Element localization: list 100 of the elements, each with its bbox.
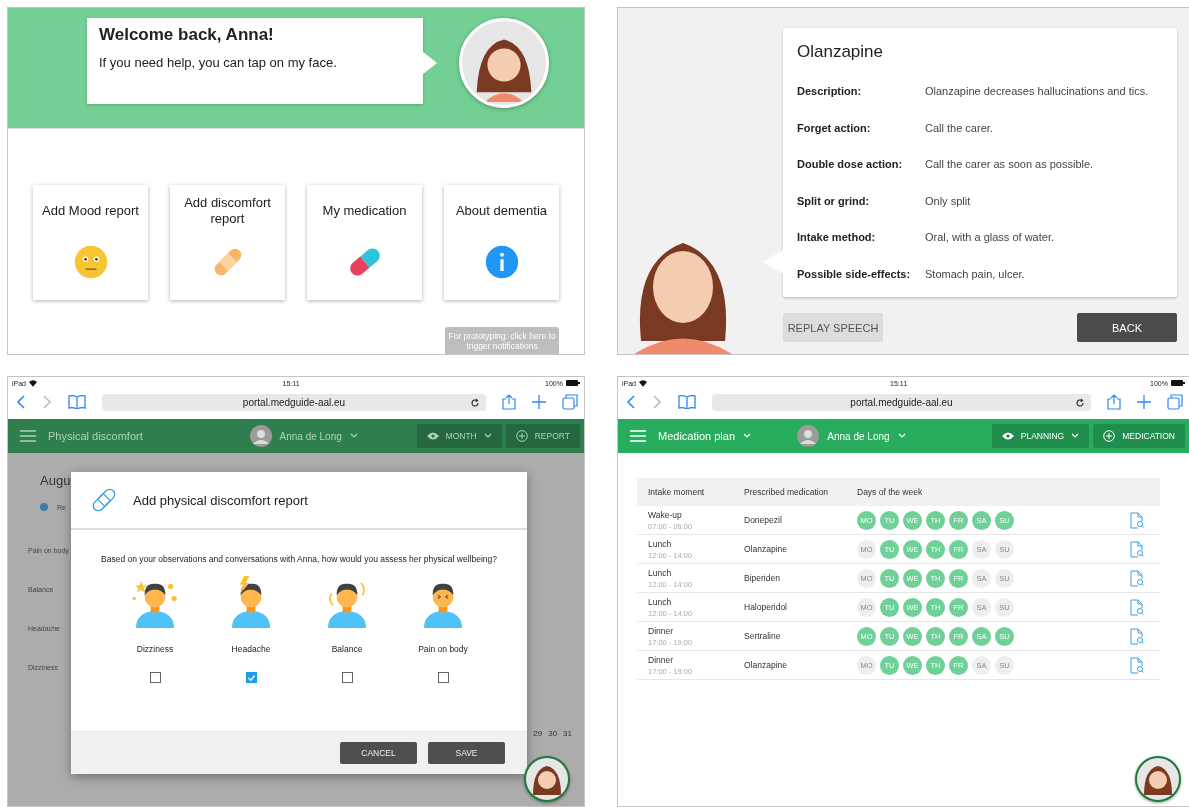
share-icon[interactable]	[1107, 394, 1121, 410]
assistant-avatar-button[interactable]	[524, 756, 570, 802]
wifi-icon	[639, 379, 647, 387]
field-label: Intake method:	[797, 231, 877, 244]
url-text: portal.medguide-aal.eu	[850, 396, 953, 408]
intake-moment: Lunch	[648, 596, 673, 607]
caret-icon[interactable]	[349, 433, 358, 439]
welcome-text: If you need help, you can tap on my face.	[99, 55, 338, 70]
document-search-icon[interactable]	[1130, 540, 1144, 558]
checkbox[interactable]	[149, 672, 161, 683]
page-title: Medication plan	[658, 430, 736, 442]
reload-icon[interactable]	[1075, 397, 1085, 408]
url-text: portal.medguide-aal.eu	[242, 396, 346, 408]
legend-dot	[40, 503, 48, 511]
view-dropdown[interactable]: PLANNING	[991, 424, 1090, 448]
field-label: Split or grind:	[797, 194, 871, 207]
menu-icon[interactable]	[20, 430, 36, 442]
book-icon[interactable]	[678, 395, 696, 409]
caret-icon	[1071, 433, 1080, 439]
plus-icon[interactable]	[1137, 395, 1151, 409]
column-header: Prescribed medication	[744, 487, 830, 497]
back-button[interactable]: BACK	[1077, 313, 1177, 342]
cancel-button[interactable]: CANCEL	[340, 742, 417, 764]
welcome-title: Welcome back, Anna!	[99, 25, 275, 45]
month-heading: Augu	[40, 473, 72, 488]
medication-name: Olanzapine	[744, 660, 788, 670]
bandage-icon	[91, 487, 117, 513]
question-text: Based on your observations and conversations with Anna, how would you assess her physical wellbeing?	[100, 554, 498, 564]
intake-moment: Dinner	[648, 654, 675, 665]
medication-title: Olanzapine	[797, 42, 884, 62]
user-avatar[interactable]	[797, 425, 820, 447]
field-label: Description:	[797, 85, 863, 98]
book-icon[interactable]	[68, 395, 86, 409]
plus-icon[interactable]	[532, 395, 546, 409]
tabs-icon[interactable]	[562, 394, 578, 410]
replay-button[interactable]: REPLAY SPEECH	[783, 313, 883, 342]
document-search-icon[interactable]	[1130, 656, 1144, 674]
field-value: Call the carer as soon as possible.	[925, 158, 1094, 171]
page-title: Physical discomfort	[48, 430, 143, 442]
menu-tile[interactable]: About dementia	[444, 185, 559, 300]
forward-icon[interactable]	[42, 395, 52, 409]
intake-moment: Lunch	[648, 567, 673, 578]
share-icon[interactable]	[502, 394, 516, 410]
address-bar[interactable]: portal.medguide-aal.eu	[102, 393, 486, 411]
tabs-icon[interactable]	[1167, 394, 1183, 410]
document-search-icon[interactable]	[1130, 598, 1144, 616]
face-emoji-icon	[72, 244, 109, 280]
field-label: Possible side-effects:	[797, 267, 912, 280]
checkbox[interactable]	[437, 672, 449, 683]
info-icon	[483, 244, 520, 280]
checkbox[interactable]	[341, 672, 353, 683]
option-label: Headache	[231, 644, 271, 654]
user-avatar[interactable]	[249, 425, 272, 447]
add-button[interactable]: MEDICATION	[1093, 424, 1185, 448]
avatar-button[interactable]	[459, 18, 549, 108]
intake-moment: Lunch	[648, 538, 673, 549]
caret-icon	[483, 433, 492, 439]
field-label: Forget action:	[797, 121, 872, 134]
day-label: 30	[548, 729, 558, 738]
document-search-icon[interactable]	[1130, 511, 1144, 529]
medication-name: Olanzapine	[744, 544, 788, 554]
menu-tile[interactable]: My medication	[307, 185, 422, 300]
menu-tile[interactable]: Add discomfort report	[170, 185, 285, 300]
wifi-icon	[29, 379, 37, 387]
reload-icon[interactable]	[470, 397, 480, 408]
address-bar[interactable]: portal.medguide-aal.eu	[712, 393, 1091, 411]
column-header: Intake moment	[647, 487, 706, 497]
option-label: Dizziness	[136, 644, 174, 654]
day-label: 31	[563, 729, 572, 738]
dialog-title: Add physical discomfort report	[133, 492, 308, 508]
assistant-avatar-button[interactable]	[1135, 756, 1181, 802]
plus-circle-icon	[1103, 430, 1116, 442]
medication-name: Donepezil	[744, 515, 783, 525]
forward-icon[interactable]	[652, 395, 662, 409]
medication-name: Biperiden	[744, 573, 781, 583]
checkbox[interactable]	[245, 672, 257, 683]
document-search-icon[interactable]	[1130, 627, 1144, 645]
field-value: Call the carer.	[925, 121, 993, 134]
field-value: Olanzapine decreases hallucinations and tics.	[925, 85, 1149, 98]
intake-moment: Wake-up	[648, 509, 683, 520]
intake-moment: Dinner	[648, 625, 675, 636]
option-label: Balance	[331, 644, 363, 654]
view-dropdown[interactable]: MONTH	[416, 424, 502, 448]
day-label: 29	[533, 729, 543, 738]
plus-circle-icon	[515, 430, 528, 442]
back-icon[interactable]	[16, 395, 26, 409]
document-search-icon[interactable]	[1130, 569, 1144, 587]
back-icon[interactable]	[626, 395, 636, 409]
medication-name: Haloperidol	[744, 602, 788, 612]
menu-tile[interactable]: Add Mood report	[33, 185, 148, 300]
column-header: Days of the week	[857, 487, 924, 497]
option-label: Pain on body	[418, 644, 468, 654]
battery-icon	[566, 380, 580, 386]
save-button[interactable]: SAVE	[428, 742, 505, 764]
eye-icon	[1001, 432, 1014, 440]
add-button[interactable]: REPORT	[505, 424, 580, 448]
field-value: Oral, with a glass of water.	[925, 231, 1054, 244]
field-label: Double dose action:	[797, 158, 904, 171]
field-value: Stomach pain, ulcer.	[925, 267, 1025, 280]
field-value: Only split	[925, 194, 971, 207]
